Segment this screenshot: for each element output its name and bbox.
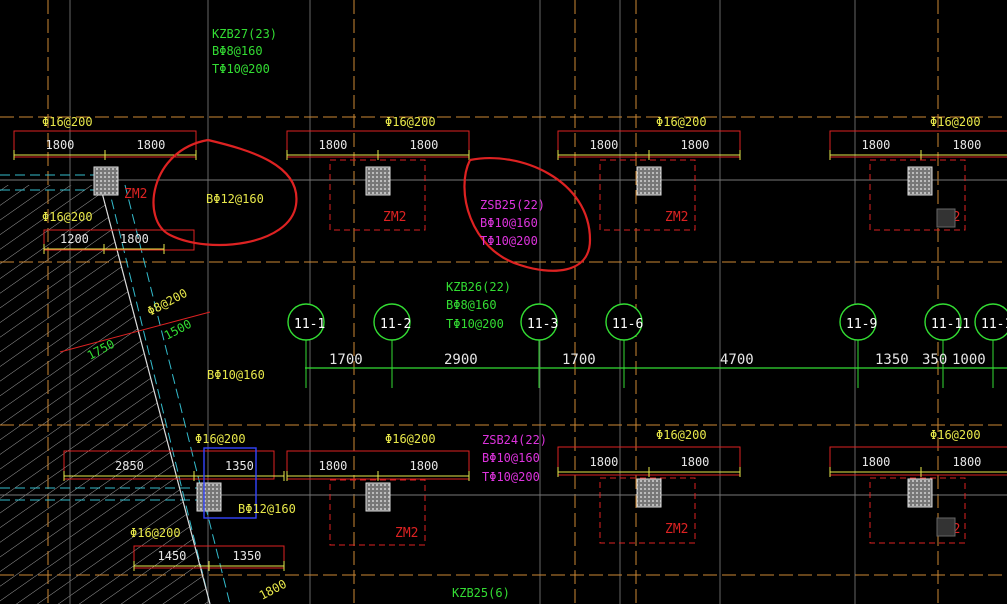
circled-note-1: BΦ12@160: [206, 192, 264, 206]
axis-label-11-12: 11-12: [981, 317, 1007, 332]
zsb24-bottom: BΦ10@160: [482, 451, 540, 465]
zsb24-top: TΦ10@200: [482, 470, 540, 484]
dim-left-label: 1800: [120, 232, 149, 246]
dim-lower-2-label: 1800: [319, 459, 348, 473]
rebar-lower-1: Φ16@200: [195, 432, 246, 446]
axis-label-11-6: 11-6: [612, 317, 643, 332]
dim-lower-3-label: 1800: [590, 455, 619, 469]
pile-cap: [365, 482, 391, 512]
dim-lower-left-a-label: 2850: [115, 459, 144, 473]
zsb24-name: ZSB24(22): [482, 433, 547, 447]
pile-cap: [907, 478, 933, 508]
dim-lower-4-label: 1800: [862, 455, 891, 469]
kzb26-bottom: BΦ8@160: [446, 298, 497, 312]
pile-cap: [636, 478, 662, 508]
grid-spacing-3: 4700: [720, 352, 754, 368]
dim-top-2-label: 1800: [319, 138, 348, 152]
zm2-label: ZM2: [665, 210, 688, 225]
grid-spacing-2: 1700: [562, 352, 596, 368]
dim-lower-left-b-label: 1350: [225, 459, 254, 473]
axis-label-11-1: 11-1: [294, 317, 325, 332]
note-bottom-left: BΦ10@160: [207, 368, 265, 382]
grid-spacing-1: 2900: [444, 352, 478, 368]
dim-top-1-label: 1800: [46, 138, 75, 152]
zm2-label: ZM2: [383, 210, 406, 225]
pile-cap: [636, 166, 662, 196]
axis-label-11-9: 11-9: [846, 317, 877, 332]
rebar-top-2: Φ16@200: [385, 115, 436, 129]
rebar-lower-4: Φ16@200: [930, 428, 981, 442]
dim-top-3-label: 1800: [681, 138, 710, 152]
rebar-mid-left: Φ16@200: [42, 210, 93, 224]
rebar-lower-3: Φ16@200: [656, 428, 707, 442]
grid-axis-bubbles: 11-1 11-2 11-3 11-6 11-9 11-11 11-12 1700 2900 17…: [287, 303, 1007, 388]
zsb25-top: TΦ10@200: [480, 234, 538, 248]
axis-label-11-11: 11-11: [931, 317, 970, 332]
pile-cap: [93, 166, 119, 196]
axis-label-11-3: 11-3: [527, 317, 558, 332]
dim-bottom-label: 1450: [158, 549, 187, 563]
kzb27-top: TΦ10@200: [212, 62, 270, 76]
note-left-lower: BΦ12@160: [238, 502, 296, 516]
dim-lower-2-label: 1800: [410, 459, 439, 473]
kzb25-name: KZB25(6): [452, 586, 510, 600]
dim-top-2-label: 1800: [410, 138, 439, 152]
grid-spacing-6: 1000: [952, 352, 986, 368]
grid-spacing-5: 350: [922, 352, 947, 368]
axis-label-11-2: 11-2: [380, 317, 411, 332]
dim-left-label: 1200: [60, 232, 89, 246]
pile-cap: [907, 166, 933, 196]
rebar-top-1: Φ16@200: [42, 115, 93, 129]
grid-spacing-0: 1700: [329, 352, 363, 368]
dim-lower-3-label: 1800: [681, 455, 710, 469]
dim-lower-4-label: 1800: [953, 455, 982, 469]
kzb27-name: KZB27(23): [212, 27, 277, 41]
pile-marker: [936, 208, 956, 228]
zm2-label-left: ZM2: [124, 187, 147, 202]
rebar-bottom-left: Φ16@200: [130, 526, 181, 540]
kzb26-name: KZB26(22): [446, 280, 511, 294]
dim-top-4-label: 1800: [953, 138, 982, 152]
zm2-label: ZM2: [395, 526, 418, 541]
pile-cap: [365, 166, 391, 196]
rebar-top-4: Φ16@200: [930, 115, 981, 129]
kzb26-top: TΦ10@200: [446, 317, 504, 331]
diag-tag-4: 1800: [257, 577, 289, 603]
pile-cap: [196, 482, 222, 512]
zm2-label: ZM2: [665, 522, 688, 537]
rebar-top-3: Φ16@200: [656, 115, 707, 129]
markup-circle-2: [463, 157, 592, 272]
dim-top-1-label: 1800: [137, 138, 166, 152]
pile-marker: [936, 517, 956, 537]
rebar-lower-2: Φ16@200: [385, 432, 436, 446]
hatched-slab-region: [0, 185, 210, 604]
kzb27-bottom: BΦ8@160: [212, 44, 263, 58]
zsb25-bottom: BΦ10@160: [480, 216, 538, 230]
grid-spacing-4: 1350: [875, 352, 909, 368]
dim-top-4-label: 1800: [862, 138, 891, 152]
dim-bottom-label: 1350: [233, 549, 262, 563]
dim-top-3-label: 1800: [590, 138, 619, 152]
zsb25-name: ZSB25(22): [480, 198, 545, 212]
cad-drawing-canvas[interactable]: 1800 1800 1800 1800 1800 1800 1800 1800 1200 1800…: [0, 0, 1007, 604]
